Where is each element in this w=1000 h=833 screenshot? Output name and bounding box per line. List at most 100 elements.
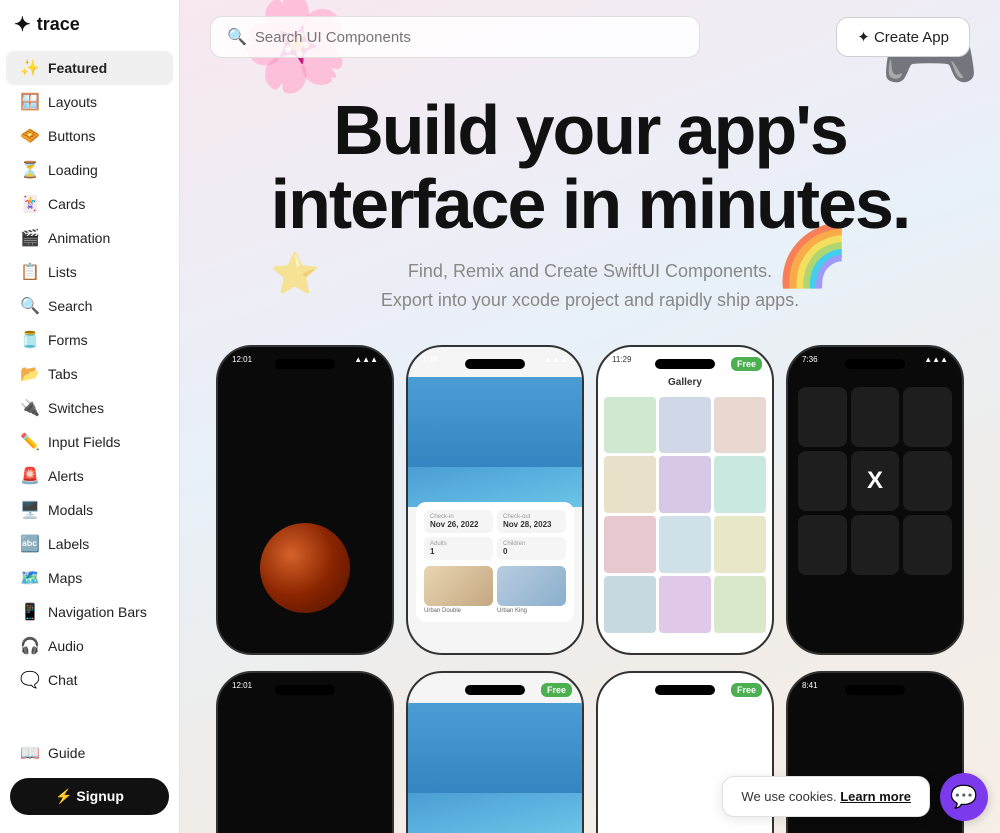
sidebar-item-loading[interactable]: ⏳ Loading xyxy=(6,153,173,187)
booking-images: Urban Double Urban King xyxy=(424,566,566,614)
main-content: 🌸 🎮 🌈 ⭐ 🌟 🔍 ✦ Create App Build your app'… xyxy=(180,0,1000,833)
phone-card-darkgrid: 7:36 ▲▲▲ X xyxy=(786,345,964,655)
sidebar-item-audio[interactable]: 🎧 Audio xyxy=(6,629,173,663)
gallery-cell-10 xyxy=(604,576,656,633)
sidebar-item-navigation-bars[interactable]: 📱 Navigation Bars xyxy=(6,595,173,629)
phone-card-planet: 12:01 ▲▲▲ xyxy=(216,345,394,655)
gallery-grid xyxy=(604,397,766,633)
sidebar-item-buttons[interactable]: 🧇 Buttons xyxy=(6,119,173,153)
check-in-field: Check-in Nov 26, 2022 xyxy=(424,510,493,533)
sidebar-item-tabs[interactable]: 📂 Tabs xyxy=(6,357,173,391)
forms-icon: 🫙 xyxy=(20,330,40,350)
phone-card-booking: 1:38 ▲▲▲ Check-in Nov 26, 2022 Check-out… xyxy=(406,345,584,655)
gallery-cell-1 xyxy=(604,397,656,454)
sidebar-item-cards[interactable]: 🃏 Cards xyxy=(6,187,173,221)
search-icon: 🔍 xyxy=(20,296,40,316)
gallery-cell-6 xyxy=(714,456,766,513)
gallery-cell-5 xyxy=(659,456,711,513)
sidebar-item-maps[interactable]: 🗺️ Maps xyxy=(6,561,173,595)
guide-item[interactable]: 📖 Guide xyxy=(6,736,173,770)
status-icons-2: ▲▲▲ xyxy=(544,355,568,364)
create-app-button[interactable]: ✦ Create App xyxy=(836,17,970,57)
sidebar-item-switches[interactable]: 🔌 Switches xyxy=(6,391,173,425)
booking-header-r2 xyxy=(408,703,582,833)
cards-label: Cards xyxy=(48,196,85,212)
audio-label: Audio xyxy=(48,638,84,654)
search-input[interactable] xyxy=(255,29,683,46)
sidebar-item-chat[interactable]: 🗨️ Chat xyxy=(6,663,173,697)
gallery-cell-2 xyxy=(659,397,711,454)
signup-button[interactable]: ⚡ Signup xyxy=(10,778,169,815)
gallery-cell-7 xyxy=(604,516,656,573)
free-badge-r2-3: Free xyxy=(731,683,762,697)
gallery-cell-9 xyxy=(714,516,766,573)
cookie-text: We use cookies. xyxy=(741,789,836,804)
room-image-2 xyxy=(497,566,566,606)
audio-icon: 🎧 xyxy=(20,636,40,656)
hero-subtitle-line1: Find, Remix and Create SwiftUI Component… xyxy=(408,261,772,281)
switches-icon: 🔌 xyxy=(20,398,40,418)
grid-cell-7 xyxy=(798,515,847,575)
animation-label: Animation xyxy=(48,230,110,246)
grid-cell-x: X xyxy=(851,451,900,511)
sidebar-item-alerts[interactable]: 🚨 Alerts xyxy=(6,459,173,493)
status-time-2: 1:38 xyxy=(422,355,438,364)
search-icon: 🔍 xyxy=(227,27,247,47)
gallery-cell-3 xyxy=(714,397,766,454)
loading-label: Loading xyxy=(48,162,98,178)
search-label: Search xyxy=(48,298,92,314)
sidebar-item-forms[interactable]: 🫙 Forms xyxy=(6,323,173,357)
phone-card-gallery: 11:29 ▲▲▲ Free Gallery xyxy=(596,345,774,655)
phone-card-row2-1: 12:01 xyxy=(216,671,394,833)
hero-section: 🌸 🎮 🌈 ⭐ 🌟 🔍 ✦ Create App Build your app'… xyxy=(180,0,1000,833)
app-name: trace xyxy=(37,14,80,35)
sidebar-item-lists[interactable]: 📋 Lists xyxy=(6,255,173,289)
status-time: 12:01 xyxy=(232,355,252,364)
maps-icon: 🗺️ xyxy=(20,568,40,588)
sidebar-item-layouts[interactable]: 🪟 Layouts xyxy=(6,85,173,119)
gallery-title: Gallery xyxy=(598,377,772,388)
featured-icon: ✨ xyxy=(20,58,40,78)
hero-title-line2: interface in minutes. xyxy=(271,165,910,243)
tabs-label: Tabs xyxy=(48,366,78,382)
sidebar-item-modals[interactable]: 🖥️ Modals xyxy=(6,493,173,527)
booking-form: Check-in Nov 26, 2022 Check-out Nov 28, … xyxy=(416,502,574,622)
sidebar-item-search[interactable]: 🔍 Search xyxy=(6,289,173,323)
animation-icon: 🎬 xyxy=(20,228,40,248)
cookie-banner: We use cookies. Learn more xyxy=(722,776,930,817)
sidebar-item-input-fields[interactable]: ✏️ Input Fields xyxy=(6,425,173,459)
alerts-icon: 🚨 xyxy=(20,466,40,486)
grid-cell-9 xyxy=(903,515,952,575)
grid-cell-4 xyxy=(798,451,847,511)
hero-title-line1: Build your app's xyxy=(333,91,847,169)
buttons-label: Buttons xyxy=(48,128,95,144)
chat-icon: 🗨️ xyxy=(20,670,40,690)
learn-more-link[interactable]: Learn more xyxy=(840,789,911,804)
gallery-cell-11 xyxy=(659,576,711,633)
booking-header-image xyxy=(408,377,582,507)
gallery-cell-4 xyxy=(604,456,656,513)
grid-cell-6 xyxy=(903,451,952,511)
planet-visual xyxy=(260,523,350,613)
cards-icon: 🃏 xyxy=(20,194,40,214)
phone-card-row2-2: Free xyxy=(406,671,584,833)
gallery-cell-12 xyxy=(714,576,766,633)
guide-icon: 📖 xyxy=(20,743,40,763)
sidebar-item-labels[interactable]: 🔤 Labels xyxy=(6,527,173,561)
app-logo[interactable]: ✦ trace xyxy=(0,12,179,51)
chat-label: Chat xyxy=(48,672,78,688)
sidebar-item-featured[interactable]: ✨ Featured xyxy=(6,51,173,85)
sidebar: ✦ trace ✨ Featured 🪟 Layouts 🧇 Buttons ⏳… xyxy=(0,0,180,833)
status-bar-2: 1:38 ▲▲▲ xyxy=(422,355,568,364)
children-field: Children 0 xyxy=(497,537,566,560)
adults-field: Adults 1 xyxy=(424,537,493,560)
status-time-4: 7:36 xyxy=(802,355,818,364)
status-time-3: 11:29 xyxy=(612,355,631,364)
status-bar: 12:01 ▲▲▲ xyxy=(232,355,378,364)
navigation-bars-icon: 📱 xyxy=(20,602,40,622)
grid-cell-2 xyxy=(851,387,900,447)
search-bar[interactable]: 🔍 xyxy=(210,16,700,58)
sidebar-item-animation[interactable]: 🎬 Animation xyxy=(6,221,173,255)
chat-bubble-button[interactable]: 💬 xyxy=(940,773,988,821)
alerts-label: Alerts xyxy=(48,468,84,484)
